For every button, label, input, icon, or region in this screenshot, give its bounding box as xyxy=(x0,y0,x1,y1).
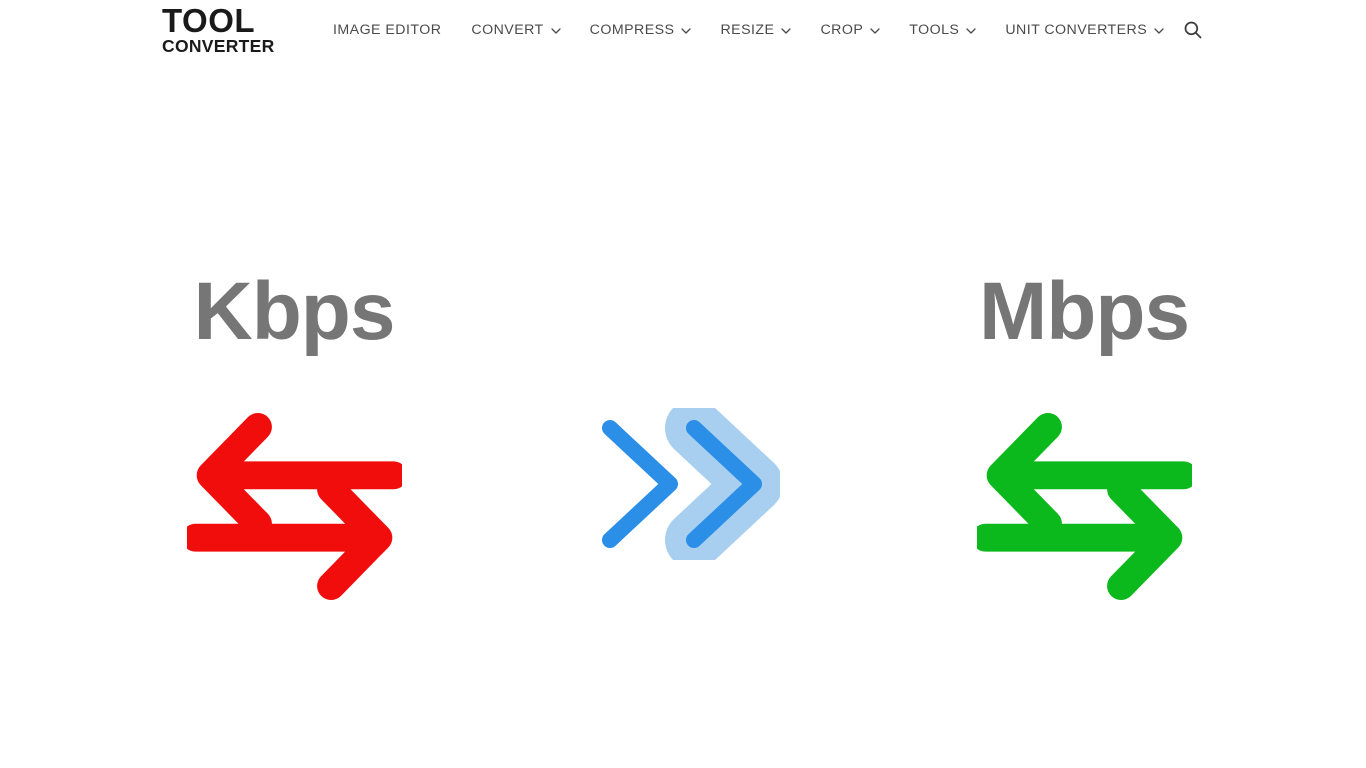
logo-line-primary: TOOL xyxy=(162,2,256,39)
chevron-down-icon xyxy=(781,26,792,35)
from-unit-label: Kbps xyxy=(193,266,396,357)
site-header: TOOL CONVERTER IMAGE EDITOR CONVERT COMP… xyxy=(0,0,1366,60)
nav-item-tools[interactable]: TOOLS xyxy=(909,0,990,60)
exchange-arrows-icon-red xyxy=(186,399,402,614)
nav-item-crop[interactable]: CROP xyxy=(820,0,894,60)
nav-item-label: CROP xyxy=(820,21,864,38)
nav-item-label: COMPRESS xyxy=(589,21,675,38)
nav-item-label: UNIT CONVERTERS xyxy=(1005,21,1148,38)
search-icon xyxy=(1182,19,1204,44)
nav-item-label: TOOLS xyxy=(909,21,960,38)
unit-conversion-graphic: Kbps Mbps xyxy=(0,60,1366,768)
to-unit-label: Mbps xyxy=(978,266,1190,357)
chevron-down-icon xyxy=(551,26,561,35)
nav-item-resize[interactable]: RESIZE xyxy=(720,0,805,60)
to-unit-block: Mbps xyxy=(934,265,1234,614)
nav-item-label: IMAGE EDITOR xyxy=(333,21,442,38)
exchange-arrows-icon-green xyxy=(976,399,1192,614)
chevron-down-icon xyxy=(1154,26,1164,35)
chevron-filled xyxy=(665,408,780,560)
nav-item-unit-converters[interactable]: UNIT CONVERTERS xyxy=(1005,0,1178,60)
primary-navigation: IMAGE EDITOR CONVERT COMPRESS RESIZE CRO… xyxy=(333,0,1178,60)
nav-item-compress[interactable]: COMPRESS xyxy=(590,0,706,60)
search-button[interactable] xyxy=(1180,18,1206,44)
nav-item-label: RESIZE xyxy=(720,21,775,38)
site-logo[interactable]: TOOL CONVERTER xyxy=(162,2,292,57)
nav-item-label: CONVERT xyxy=(471,21,544,38)
chevron-outline xyxy=(602,420,678,548)
chevron-down-icon xyxy=(681,26,692,35)
from-unit-block: Kbps xyxy=(144,265,444,614)
chevron-down-icon xyxy=(966,26,976,35)
logo-line-secondary: CONVERTER xyxy=(162,36,275,57)
nav-item-convert[interactable]: CONVERT xyxy=(471,0,574,60)
nav-item-image-editor[interactable]: IMAGE EDITOR xyxy=(333,0,456,60)
conversion-direction-chevrons xyxy=(588,408,780,560)
chevron-down-icon xyxy=(870,26,880,35)
